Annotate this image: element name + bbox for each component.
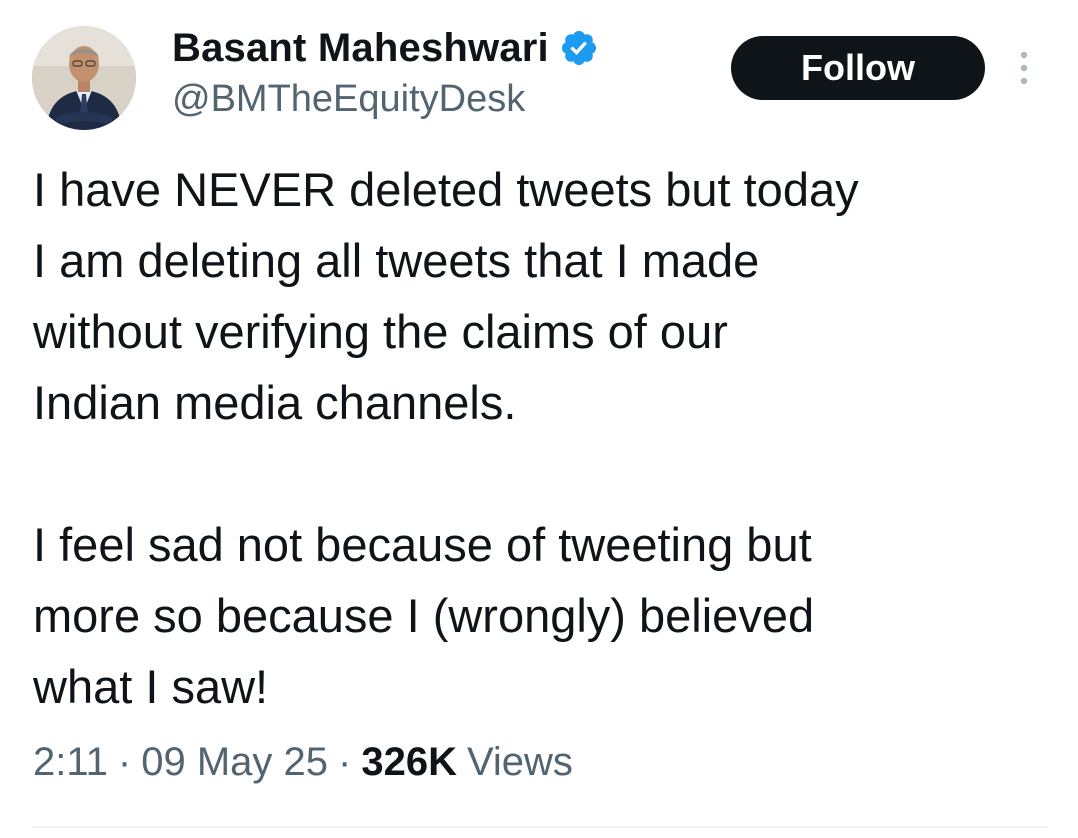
user-handle[interactable]: @BMTheEquityDesk bbox=[172, 78, 599, 121]
separator-dot: · bbox=[117, 740, 132, 784]
tweet-date[interactable]: 09 May 25 bbox=[141, 740, 328, 785]
separator-dot: · bbox=[338, 740, 352, 784]
tweet-metadata: 2:11 · 09 May 25 · 326K Views bbox=[33, 740, 573, 785]
tweet-time[interactable]: 2:11 bbox=[33, 740, 108, 785]
tweet-card: Basant Maheshwari @BMTheEquityDesk Follo… bbox=[0, 0, 1078, 838]
tweet-paragraph: I have NEVER deleted tweets but today I … bbox=[33, 163, 859, 429]
tweet-paragraph: I feel sad not because of tweeting but m… bbox=[33, 518, 815, 713]
display-name[interactable]: Basant Maheshwari bbox=[172, 26, 549, 71]
name-row: Basant Maheshwari bbox=[172, 22, 599, 74]
views-label: Views bbox=[466, 740, 573, 784]
avatar[interactable] bbox=[32, 26, 136, 130]
author-info: Basant Maheshwari @BMTheEquityDesk bbox=[172, 22, 599, 121]
views-count: 326K bbox=[361, 740, 457, 784]
verified-badge-icon bbox=[559, 28, 599, 68]
follow-button[interactable]: Follow bbox=[731, 36, 985, 100]
tweet-text: I have NEVER deleted tweets but today I … bbox=[33, 154, 1043, 722]
more-options-icon[interactable] bbox=[1012, 48, 1036, 88]
divider bbox=[33, 826, 1047, 828]
profile-photo bbox=[32, 26, 136, 130]
